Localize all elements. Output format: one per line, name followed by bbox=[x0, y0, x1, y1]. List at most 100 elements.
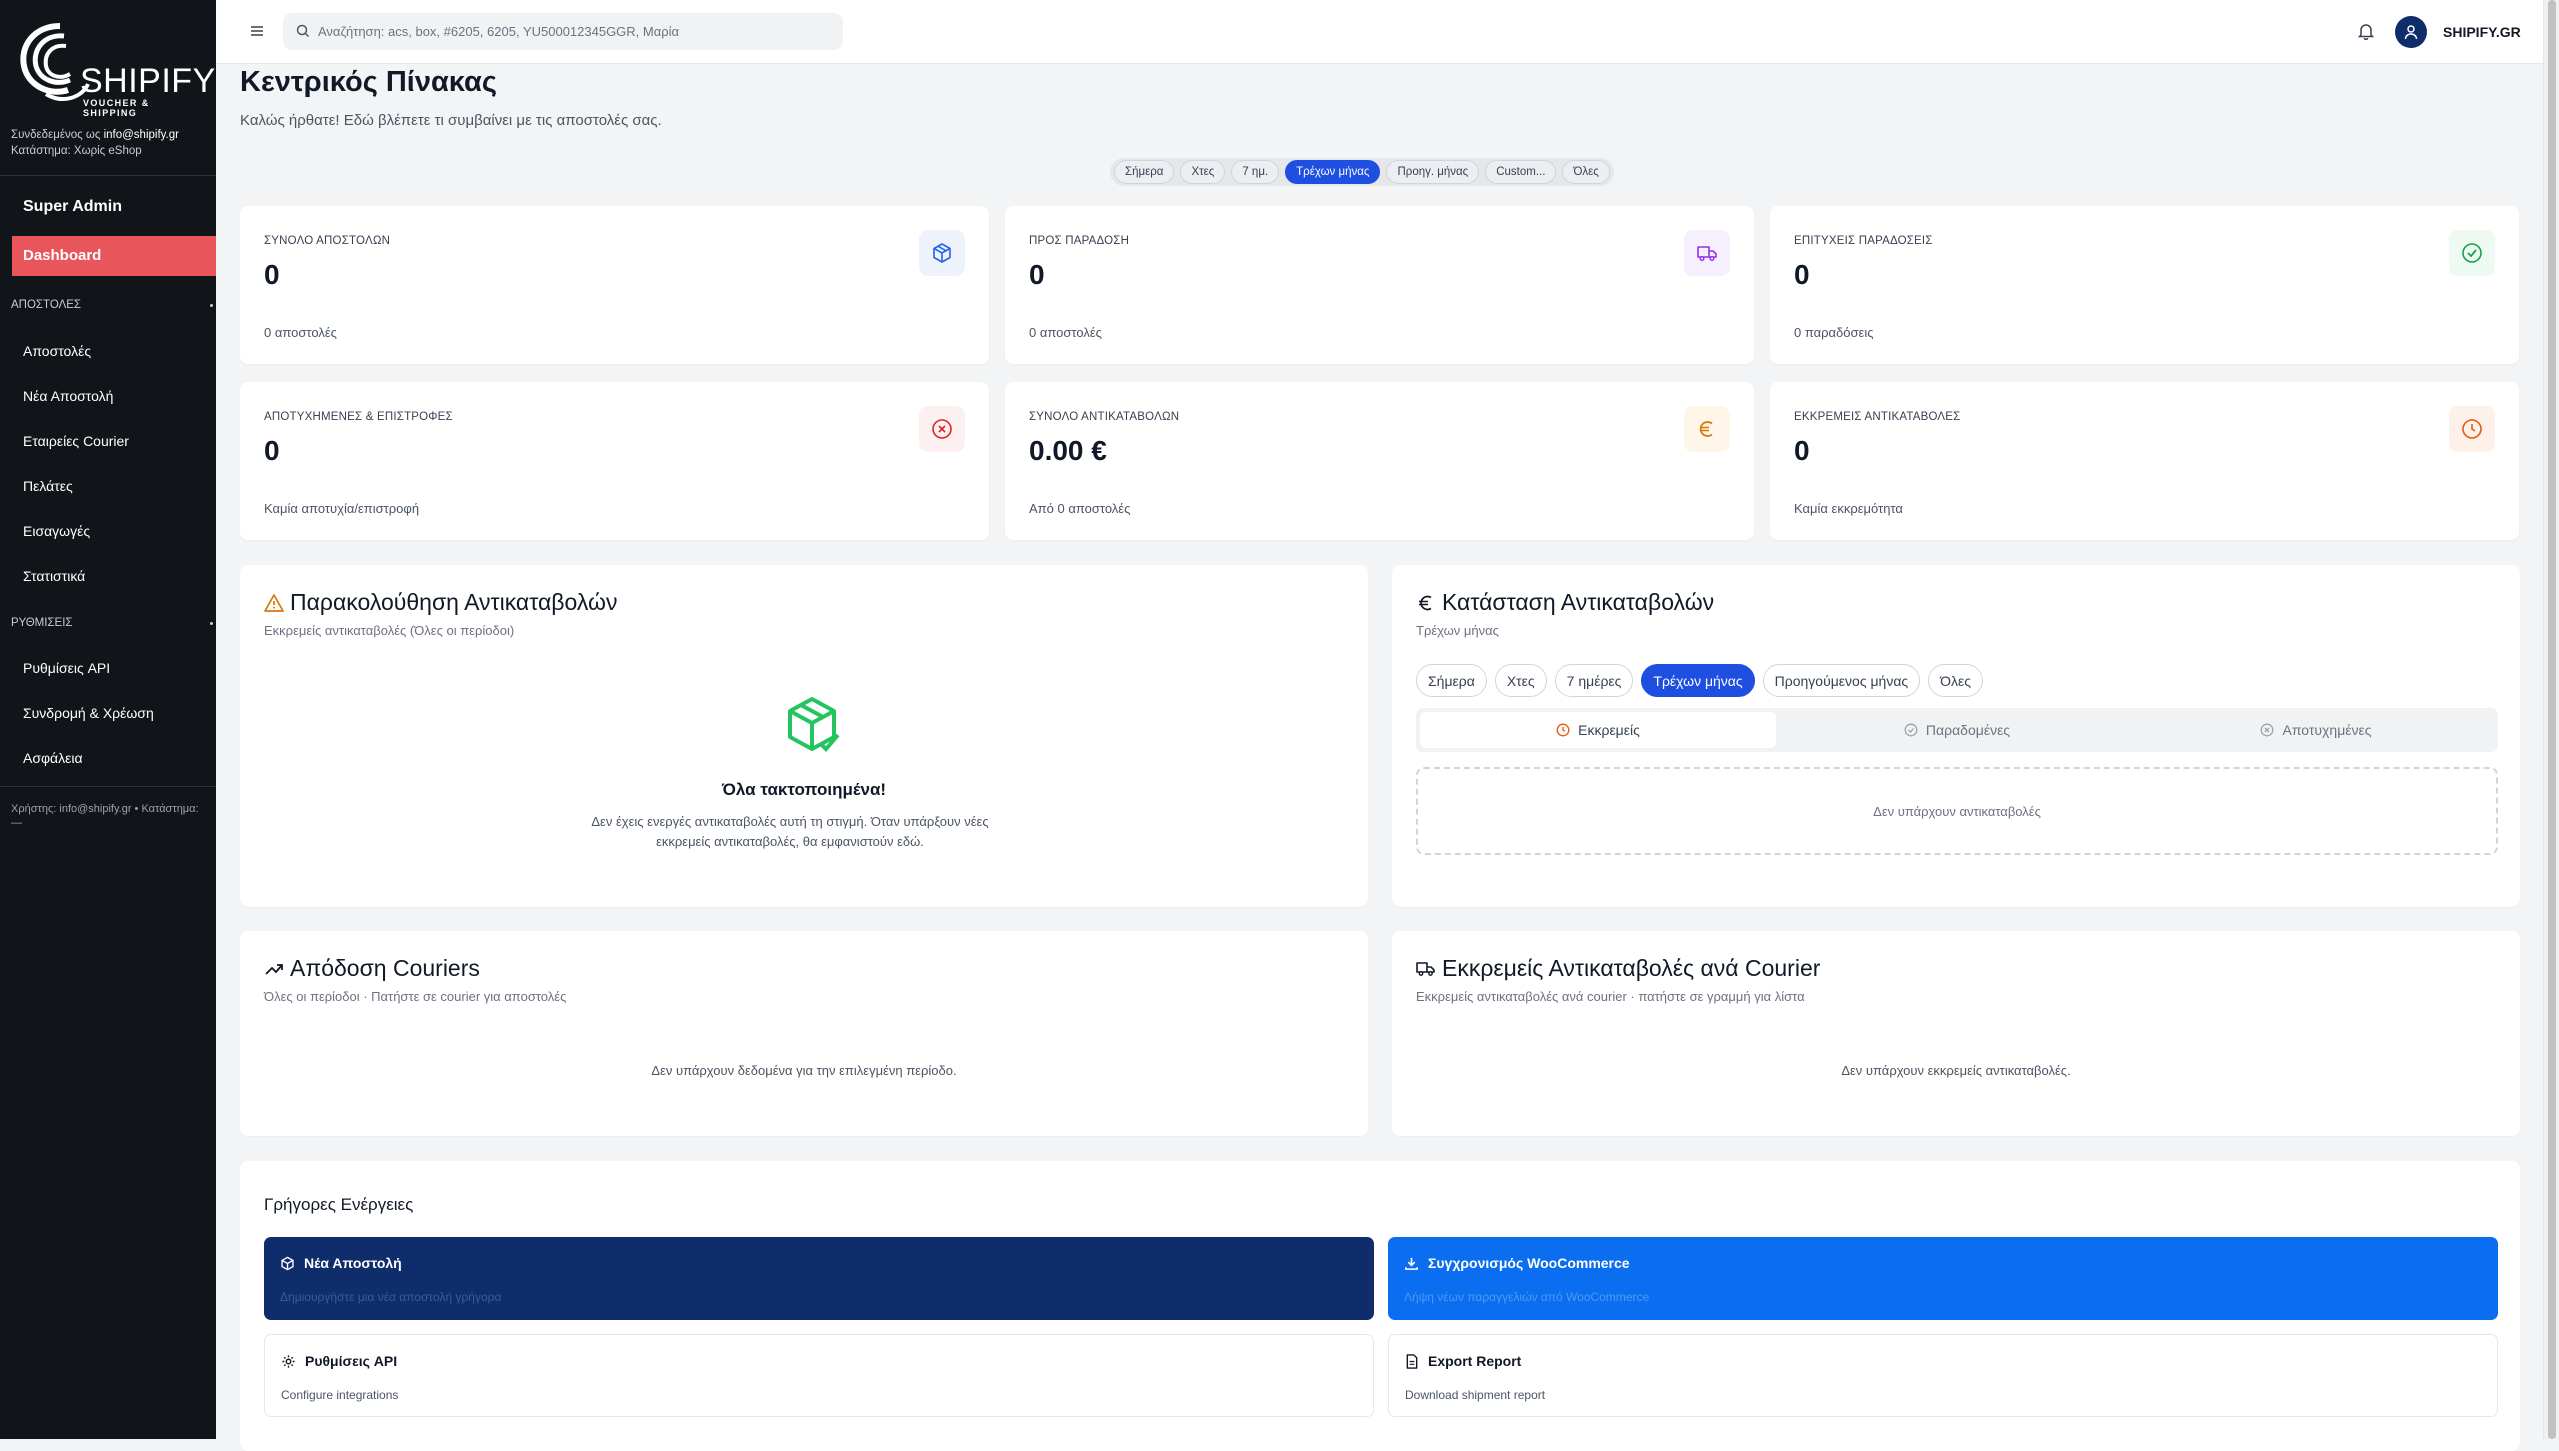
kpi-value: 0 bbox=[1794, 435, 1810, 466]
kpi-to-deliver[interactable]: ΠΡΟΣ ΠΑΡΑΔΟΣΗ 0 0 αποστολές bbox=[1005, 206, 1754, 364]
cod-filter-yesterday[interactable]: Χτες bbox=[1494, 664, 1547, 697]
menu-icon[interactable] bbox=[249, 23, 265, 39]
check-circle-icon bbox=[2462, 243, 2482, 263]
kpi-total-shipments[interactable]: ΣΥΝΟΛΟ ΑΠΟΣΤΟΛΩΝ 0 0 αποστολές bbox=[240, 206, 989, 364]
sidebar-divider bbox=[0, 175, 216, 176]
kpi-failed-returns[interactable]: ΑΠΟΤΥΧΗΜΕΝΕΣ & ΕΠΙΣΤΡΟΦΕΣ 0 Καμία αποτυχ… bbox=[240, 382, 989, 540]
kpi-icon-box bbox=[919, 406, 965, 452]
check-circle-icon bbox=[1904, 723, 1918, 737]
period-current-month[interactable]: Τρέχων μήνας bbox=[1285, 160, 1381, 184]
clock-icon bbox=[2462, 419, 2482, 439]
sidebar-item-imports[interactable]: Εισαγωγές bbox=[23, 523, 90, 539]
period-all[interactable]: Όλες bbox=[1562, 160, 1610, 184]
quick-actions-panel: Γρήγορες Ενέργειες Νέα Αποστολή Δημιουργ… bbox=[240, 1161, 2520, 1451]
store-value: Χωρίς eShop bbox=[73, 145, 142, 157]
kpi-label: ΕΠΙΤΥΧΕΙΣ ΠΑΡΑΔΟΣΕΙΣ bbox=[1794, 235, 1933, 247]
cod-filter-today[interactable]: Σήμερα bbox=[1416, 664, 1487, 697]
logged-in-as: Συνδεδεμένος ως info@shipify.gr bbox=[11, 129, 179, 141]
avatar[interactable] bbox=[2395, 16, 2427, 48]
brand-logo[interactable]: SHIPIFY VOUCHER & SHIPPING bbox=[16, 22, 215, 118]
quick-action-title: Ρυθμίσεις API bbox=[281, 1353, 397, 1369]
sidebar: SHIPIFY VOUCHER & SHIPPING Συνδεδεμένος … bbox=[0, 0, 216, 1439]
quick-action-new-shipment[interactable]: Νέα Αποστολή Δημιουργήστε μια νέα αποστο… bbox=[264, 1237, 1374, 1320]
kpi-value: 0 bbox=[1794, 259, 1810, 290]
kpi-subtext: 0 παραδόσεις bbox=[1794, 325, 1874, 340]
pending-by-courier-title: Εκκρεμείς Αντικαταβολές ανά Courier bbox=[1416, 955, 1820, 982]
scrollbar[interactable] bbox=[2543, 0, 2559, 1439]
kpi-value: 0 bbox=[264, 259, 280, 290]
quick-action-export-report[interactable]: Export Report Download shipment report bbox=[1388, 1334, 2498, 1417]
tab-failed[interactable]: Αποτυχημένες bbox=[2138, 712, 2494, 748]
quick-action-title: Νέα Αποστολή bbox=[280, 1255, 402, 1271]
sidebar-item-courier-companies[interactable]: Εταιρείες Courier bbox=[23, 433, 129, 449]
pending-by-courier-title-text: Εκκρεμείς Αντικαταβολές ανά Courier bbox=[1442, 955, 1821, 981]
clock-icon bbox=[1556, 723, 1570, 737]
kpi-icon-box bbox=[2449, 406, 2495, 452]
period-custom[interactable]: Custom... bbox=[1485, 160, 1557, 184]
quick-action-title-text: Νέα Αποστολή bbox=[304, 1255, 402, 1271]
quick-action-title: Συγχρονισμός WooCommerce bbox=[1404, 1255, 1630, 1271]
cod-filter-current-month[interactable]: Τρέχων μήνας bbox=[1641, 664, 1755, 697]
period-today[interactable]: Σήμερα bbox=[1114, 160, 1175, 184]
sidebar-item-shipments[interactable]: Αποστολές bbox=[23, 343, 91, 359]
kpi-label: ΠΡΟΣ ΠΑΡΑΔΟΣΗ bbox=[1029, 235, 1130, 247]
sidebar-item-statistics[interactable]: Στατιστικά bbox=[23, 568, 85, 584]
cod-filter-7-days[interactable]: 7 ημέρες bbox=[1554, 664, 1634, 697]
package-icon bbox=[933, 243, 951, 263]
kpi-label: ΣΥΝΟΛΟ ΑΝΤΙΚΑΤΑΒΟΛΩΝ bbox=[1029, 411, 1180, 423]
file-icon bbox=[1406, 1353, 1418, 1369]
sidebar-item-customers[interactable]: Πελάτες bbox=[23, 478, 73, 494]
search-icon bbox=[296, 24, 310, 38]
scrollbar-thumb[interactable] bbox=[2548, 0, 2556, 1439]
cod-status-panel: Κατάσταση Αντικαταβολών Τρέχων μήνας Σήμ… bbox=[1392, 565, 2520, 907]
cod-tracking-title-text: Παρακολούθηση Αντικαταβολών bbox=[290, 589, 618, 615]
kpi-label: ΕΚΚΡΕΜΕΙΣ ΑΝΤΙΚΑΤΑΒΟΛΕΣ bbox=[1794, 411, 1961, 423]
user-name[interactable]: SHIPIFY.GR bbox=[2443, 24, 2521, 40]
period-yesterday[interactable]: Χτες bbox=[1180, 160, 1226, 184]
euro-icon bbox=[1419, 595, 1432, 610]
section-shipments[interactable]: ΑΠΟΣΤΟΛΕΣ bbox=[11, 299, 216, 311]
kpi-icon-box bbox=[1684, 230, 1730, 276]
quick-action-desc: Download shipment report bbox=[1405, 1388, 1546, 1402]
user-icon bbox=[2404, 25, 2418, 40]
collapse-dot-icon bbox=[210, 622, 213, 625]
bell-icon[interactable] bbox=[2358, 22, 2374, 40]
collapse-dot-icon bbox=[210, 304, 213, 307]
quick-action-woocommerce-sync[interactable]: Συγχρονισμός WooCommerce Λήψη νέων παραγ… bbox=[1388, 1237, 2498, 1320]
courier-performance-title-text: Απόδοση Couriers bbox=[290, 955, 480, 981]
sidebar-item-dashboard[interactable]: Dashboard bbox=[12, 236, 216, 276]
kpi-total-cod[interactable]: ΣΥΝΟΛΟ ΑΝΤΙΚΑΤΑΒΟΛΩΝ 0.00 € Από 0 αποστο… bbox=[1005, 382, 1754, 540]
sidebar-item-subscription[interactable]: Συνδρομή & Χρέωση bbox=[23, 705, 154, 721]
x-circle-icon bbox=[2261, 723, 2274, 737]
quick-action-api-settings[interactable]: Ρυθμίσεις API Configure integrations bbox=[264, 1334, 1374, 1417]
quick-action-desc: Λήψη νέων παραγγελιών από WooCommerce bbox=[1404, 1290, 1650, 1304]
kpi-pending-cod[interactable]: ΕΚΚΡΕΜΕΙΣ ΑΝΤΙΚΑΤΑΒΟΛΕΣ 0 Καμία εκκρεμότ… bbox=[1770, 382, 2519, 540]
topbar: SHIPIFY.GR bbox=[216, 0, 2543, 64]
period-7-days[interactable]: 7 ημ. bbox=[1231, 160, 1280, 184]
courier-performance-panel: Απόδοση Couriers Όλες οι περίοδοι · Πατή… bbox=[240, 931, 1368, 1136]
kpi-subtext: Καμία αποτυχία/επιστροφή bbox=[264, 501, 420, 516]
section-settings[interactable]: ΡΥΘΜΙΣΕΙΣ bbox=[11, 617, 216, 629]
package-check-icon bbox=[788, 697, 840, 752]
cod-filter-all[interactable]: Όλες bbox=[1928, 664, 1984, 697]
search-input[interactable] bbox=[318, 13, 818, 50]
kpi-value: 0.00 € bbox=[1029, 435, 1107, 466]
sidebar-item-security[interactable]: Ασφάλεια bbox=[23, 750, 83, 766]
kpi-value: 0 bbox=[264, 435, 280, 466]
tab-pending[interactable]: Εκκρεμείς bbox=[1420, 712, 1776, 748]
kpi-icon-box bbox=[919, 230, 965, 276]
kpi-successful-deliveries[interactable]: ΕΠΙΤΥΧΕΙΣ ΠΑΡΑΔΟΣΕΙΣ 0 0 παραδόσεις bbox=[1770, 206, 2519, 364]
euro-icon bbox=[1699, 421, 1713, 437]
page-title: Κεντρικός Πίνακας bbox=[240, 66, 497, 98]
sidebar-item-api-settings[interactable]: Ρυθμίσεις API bbox=[23, 660, 110, 676]
logged-in-label: Συνδεδεμένος ως bbox=[11, 129, 101, 141]
cod-filter-previous-month[interactable]: Προηγούμενος μήνας bbox=[1762, 664, 1921, 697]
kpi-label: ΣΥΝΟΛΟ ΑΠΟΣΤΟΛΩΝ bbox=[264, 235, 391, 247]
period-previous-month[interactable]: Προηγ. μήνας bbox=[1386, 160, 1480, 184]
cod-tracking-title: Παρακολούθηση Αντικαταβολών bbox=[264, 589, 617, 616]
sidebar-divider bbox=[0, 786, 216, 787]
courier-performance-subtitle: Όλες οι περίοδοι · Πατήστε σε courier γι… bbox=[264, 989, 567, 1004]
sidebar-item-new-shipment[interactable]: Νέα Αποστολή bbox=[23, 388, 113, 404]
search-box[interactable] bbox=[283, 13, 843, 50]
tab-delivered[interactable]: Παραδομένες bbox=[1779, 712, 2135, 748]
